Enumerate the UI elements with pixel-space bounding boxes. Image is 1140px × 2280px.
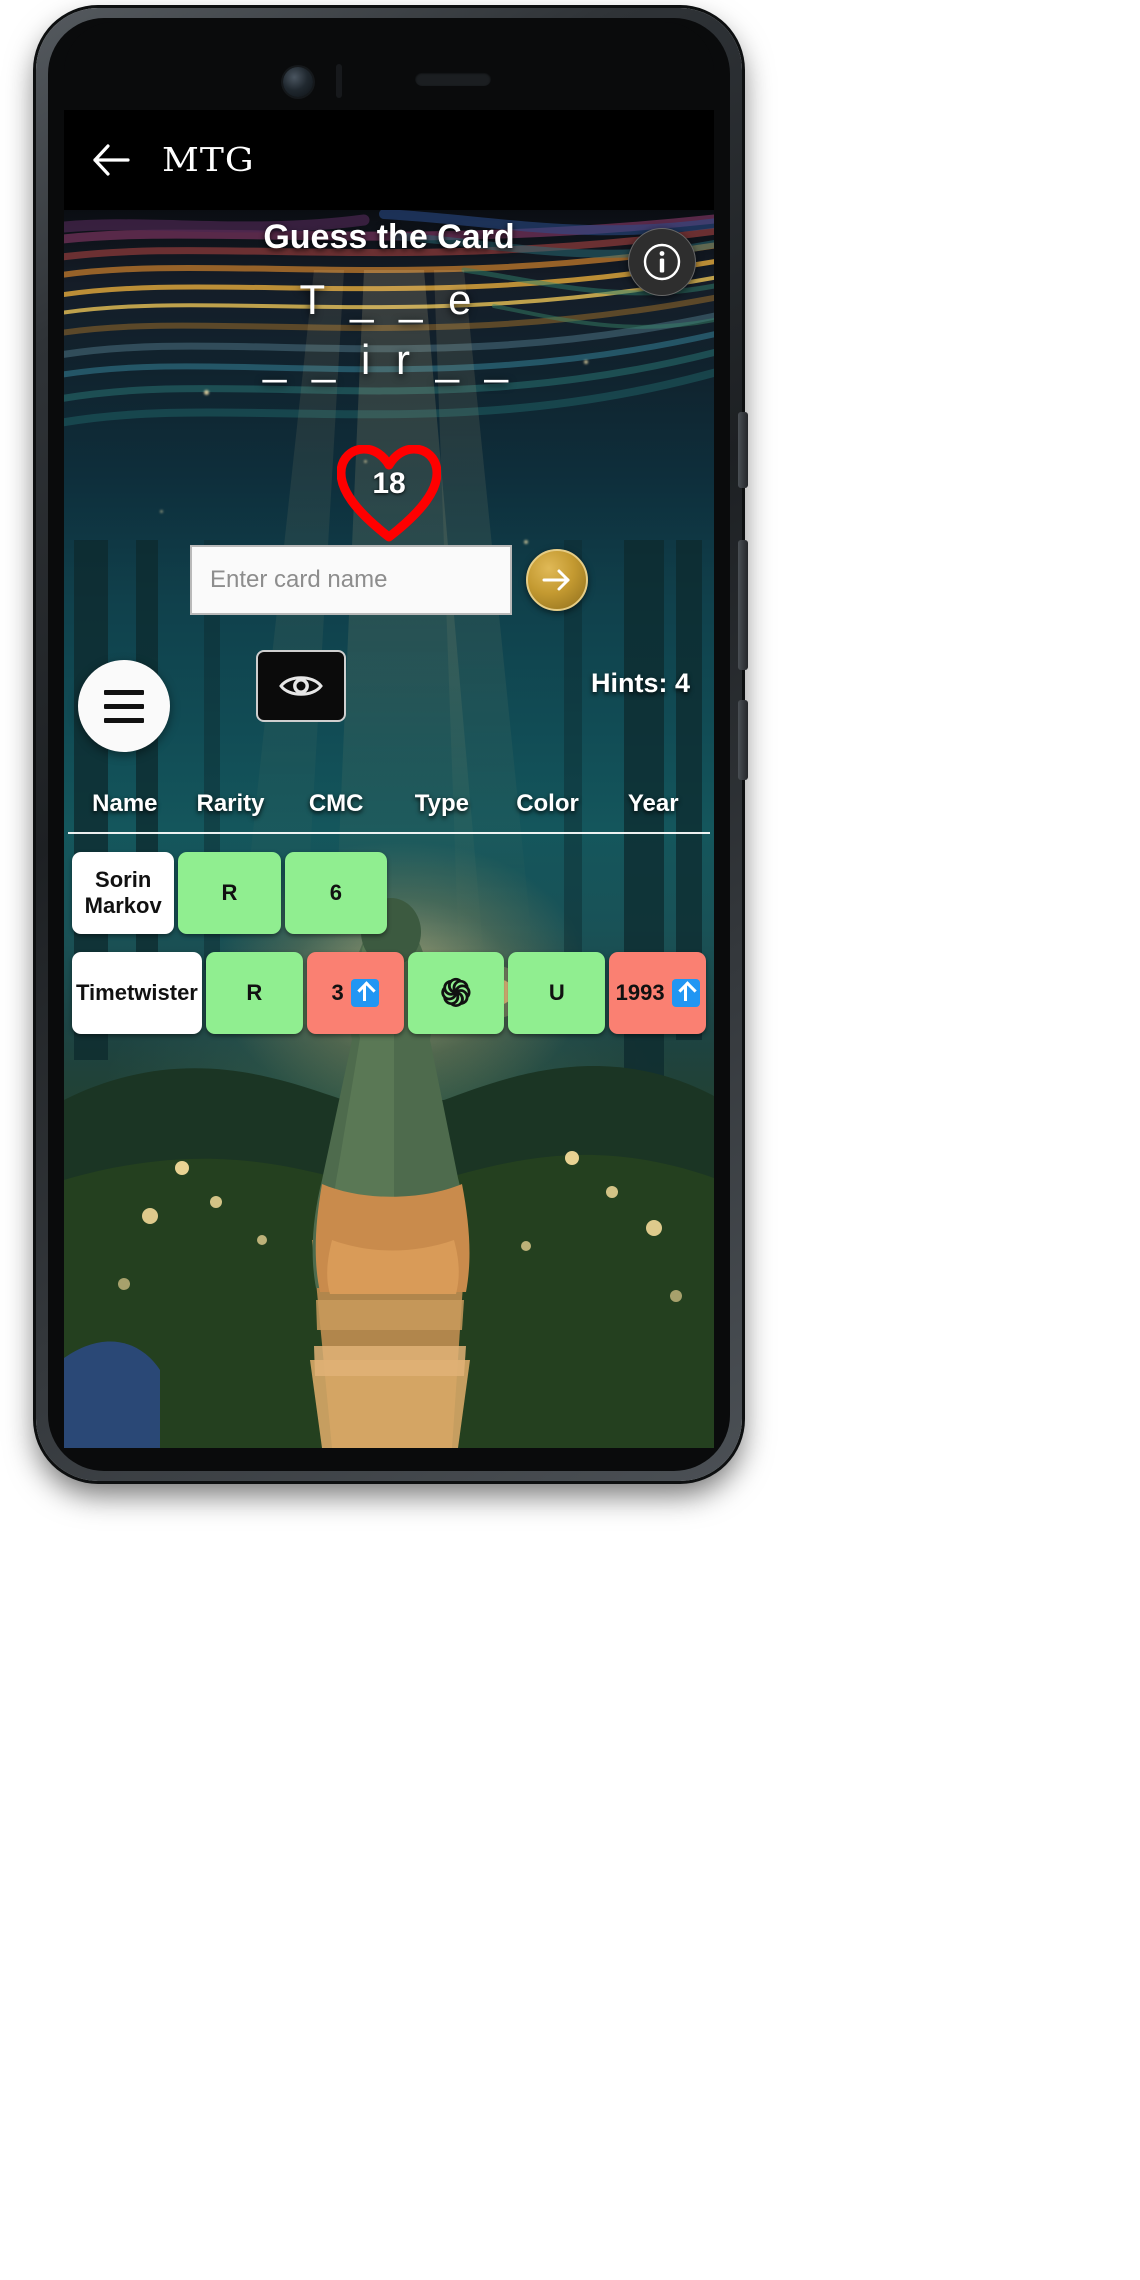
guess-cell-year bbox=[604, 852, 706, 934]
earpiece-speaker bbox=[415, 72, 491, 86]
submit-guess-button[interactable] bbox=[526, 549, 588, 611]
table-divider bbox=[68, 832, 710, 834]
info-button[interactable] bbox=[628, 228, 696, 296]
column-header-type: Type bbox=[414, 790, 469, 817]
page-title: Guess the Card bbox=[263, 218, 515, 256]
sorcery-symbol-icon: ֍ bbox=[440, 971, 472, 1015]
masked-word-display: T _ _ e _ _ i r _ _ bbox=[64, 270, 714, 390]
column-header-cmc: CMC bbox=[308, 790, 364, 817]
guess-cell-name: Sorin Markov bbox=[72, 852, 175, 934]
hints-counter: Hints: 4 bbox=[590, 668, 690, 698]
guess-cell-name: Timetwister bbox=[72, 952, 202, 1034]
phone-volume-button[interactable] bbox=[738, 412, 748, 488]
back-button[interactable] bbox=[82, 131, 140, 189]
info-icon bbox=[643, 243, 681, 281]
masked-word-line-2: _ _ i r _ _ bbox=[262, 336, 516, 383]
app-title: MTG bbox=[162, 141, 255, 179]
card-name-input[interactable] bbox=[190, 545, 512, 615]
front-camera-icon bbox=[283, 67, 313, 97]
table-row: Timetwister R 3 ֍ U 1993 bbox=[64, 952, 714, 1034]
guess-cell-cmc: 3 bbox=[306, 952, 404, 1034]
higher-hint-arrow-icon bbox=[350, 979, 379, 1007]
masked-word-line-1: T _ _ e bbox=[299, 276, 479, 323]
phone-screen: MTG Guess the Card T _ _ e _ _ i r _ _ 1… bbox=[64, 110, 714, 1448]
table-row: Sorin Markov R 6 bbox=[64, 852, 714, 934]
phone-side-button[interactable] bbox=[738, 700, 748, 780]
app-bar: MTG bbox=[64, 110, 714, 210]
phone-top-hardware bbox=[64, 22, 714, 110]
column-header-rarity: Rarity bbox=[196, 790, 265, 817]
menu-button[interactable] bbox=[78, 660, 170, 752]
column-header-color: Color bbox=[516, 790, 579, 817]
guess-input-row bbox=[64, 545, 714, 615]
table-body: Sorin Markov R 6 Timetwister R 3 ֍ U 1993 bbox=[64, 852, 714, 1034]
phone-power-button[interactable] bbox=[738, 540, 748, 670]
guess-cell-cmc: 6 bbox=[284, 852, 387, 934]
column-header-name: Name bbox=[92, 790, 158, 817]
guess-cell-year: 1993 bbox=[609, 952, 706, 1034]
guess-cell-rarity: R bbox=[205, 952, 303, 1034]
lives-count: 18 bbox=[372, 467, 406, 500]
hamburger-menu-icon bbox=[104, 689, 144, 723]
guess-cell-type bbox=[391, 852, 493, 934]
lives-indicator: 18 bbox=[64, 444, 714, 545]
reveal-hint-button[interactable] bbox=[256, 650, 346, 722]
guess-table: Name Rarity CMC Type Color Year Sorin Ma… bbox=[64, 790, 714, 1052]
guess-cell-rarity: R bbox=[178, 852, 281, 934]
column-header-year: Year bbox=[627, 790, 679, 817]
guess-cell-type: ֍ bbox=[407, 952, 505, 1034]
back-arrow-icon bbox=[93, 144, 130, 176]
guess-cell-color bbox=[497, 852, 599, 934]
arrow-right-icon bbox=[542, 569, 570, 591]
guess-cell-color: U bbox=[508, 952, 606, 1034]
game-ui-layer: Guess the Card T _ _ e _ _ i r _ _ 18 En… bbox=[64, 210, 714, 1448]
camera-sensor-icon bbox=[336, 64, 342, 98]
table-header-row: Name Rarity CMC Type Color Year bbox=[64, 790, 714, 832]
eye-icon bbox=[279, 676, 323, 696]
higher-hint-arrow-icon bbox=[671, 979, 700, 1007]
game-area: Guess the Card T _ _ e _ _ i r _ _ 18 En… bbox=[64, 210, 714, 1448]
